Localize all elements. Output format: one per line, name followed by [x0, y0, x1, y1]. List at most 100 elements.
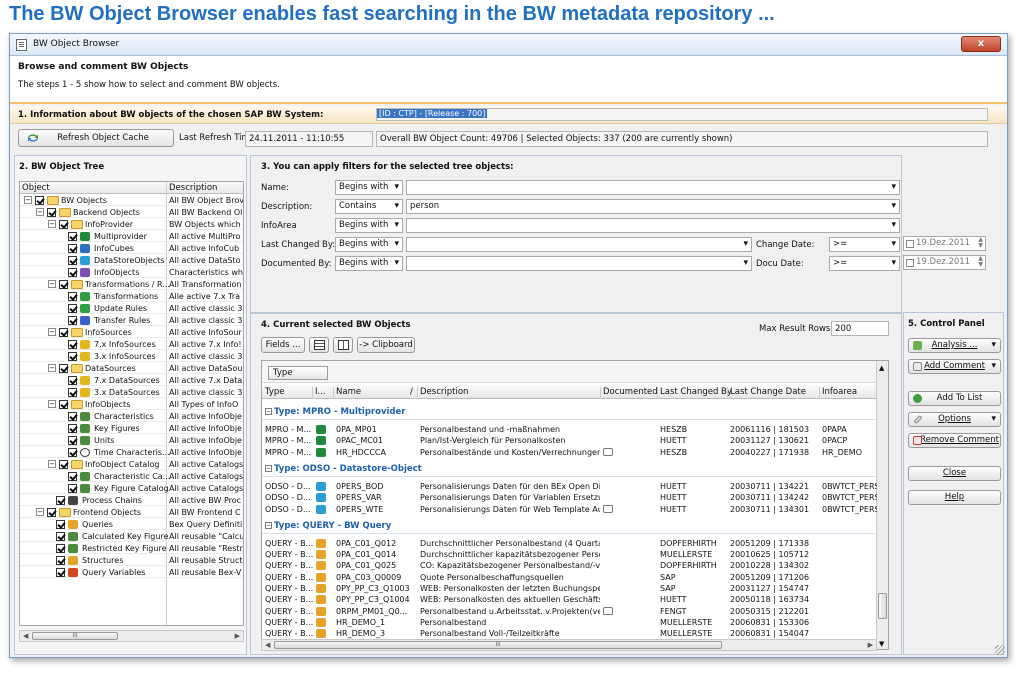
expand-collapse-icon[interactable]: −	[48, 400, 56, 408]
expand-collapse-icon[interactable]: −	[48, 220, 56, 228]
column-divider[interactable]	[312, 387, 313, 397]
column-header-3[interactable]: /	[410, 387, 413, 397]
clipboard-button[interactable]: -> Clipboard	[357, 337, 415, 353]
tree-node[interactable]: Update Rules All active classic 3	[20, 303, 243, 314]
add-to-list-button[interactable]: Add To List	[908, 391, 1001, 406]
result-group-header[interactable]: − Type: ODSO - Datastore-Object	[262, 461, 877, 477]
tree-checkbox[interactable]	[59, 460, 68, 469]
documented-operator-select[interactable]: Begins with	[335, 256, 403, 271]
table-row[interactable]: QUERY - B... 0PA_C01_Q025 CO: Kapazitätsbe…	[262, 560, 877, 571]
expand-collapse-icon[interactable]: −	[48, 460, 56, 468]
tree-checkbox[interactable]	[68, 472, 77, 481]
column-header-8[interactable]: Infoarea	[822, 387, 857, 397]
scroll-thumb[interactable]: III	[274, 641, 722, 649]
tree-checkbox[interactable]	[47, 208, 56, 217]
table-row[interactable]: QUERY - B... 0PA_C01_Q014 Durchschnittlich…	[262, 549, 877, 560]
add-comment-button[interactable]: Add Comment ▾	[908, 359, 1001, 374]
tree-node[interactable]: − Frontend Objects All BW Frontend C	[20, 507, 243, 518]
column-header-2[interactable]: Name	[336, 387, 361, 397]
table-row[interactable]: MPRO - M... 0PAC_MC01 Plan/Ist-Vergleich f…	[262, 435, 877, 446]
column-divider[interactable]	[727, 387, 728, 397]
documented-by-input[interactable]	[406, 256, 752, 271]
tree-checkbox[interactable]	[56, 556, 65, 565]
collapse-group-icon[interactable]: −	[265, 464, 272, 472]
tree-node[interactable]: Restricted Key Figure All reusable "Restr	[20, 543, 243, 554]
column-header-7[interactable]: Last Change Date	[730, 387, 806, 397]
tree-checkbox[interactable]	[68, 376, 77, 385]
table-row[interactable]: QUERY - B... 0PA_C01_Q012 Durchschnittlich…	[262, 538, 877, 549]
description-operator-select[interactable]: Contains	[335, 199, 403, 214]
remove-comment-button[interactable]: Remove Comment	[908, 433, 1001, 448]
scroll-left-icon[interactable]: ◀	[265, 641, 270, 649]
scroll-up-icon[interactable]: ▲	[879, 364, 884, 372]
tree-node[interactable]: − Backend Objects All BW Backend Ol	[20, 207, 243, 218]
tree-checkbox[interactable]	[47, 508, 56, 517]
tree-checkbox[interactable]	[68, 412, 77, 421]
group-by-type-chip[interactable]: Type	[268, 366, 328, 380]
date-spinner-icon[interactable]: ▲ ▼	[978, 237, 983, 249]
change-date-picker[interactable]: 19.Dez.2011 ▲ ▼	[903, 236, 986, 251]
docu-date-checkbox[interactable]	[906, 259, 914, 267]
change-date-checkbox[interactable]	[906, 240, 914, 248]
results-vertical-scrollbar[interactable]: ▲ ▼	[876, 361, 888, 649]
tree-checkbox[interactable]	[68, 256, 77, 265]
tree-checkbox[interactable]	[68, 436, 77, 445]
tree-checkbox[interactable]	[68, 352, 77, 361]
tree-checkbox[interactable]	[68, 388, 77, 397]
column-header-4[interactable]: Description	[420, 387, 468, 397]
table-row[interactable]: MPRO - M... HR_HDCCCA Personalbestände und…	[262, 447, 877, 458]
tree-node[interactable]: 3.x InfoSources All active classic 3	[20, 351, 243, 362]
tree-node[interactable]: − InfoProvider BW Objects which	[20, 219, 243, 230]
result-group-header[interactable]: − Type: MPRO - Multiprovider	[262, 404, 877, 420]
tree-node[interactable]: Transformations Alle active 7.x Tra	[20, 291, 243, 302]
tree-checkbox[interactable]	[59, 220, 68, 229]
description-input[interactable]: person	[406, 199, 900, 214]
fields-button[interactable]: Fields ...	[261, 337, 305, 353]
expand-collapse-icon[interactable]: −	[36, 508, 44, 516]
infoarea-operator-select[interactable]: Begins with	[335, 218, 403, 233]
tree-checkbox[interactable]	[59, 400, 68, 409]
table-row[interactable]: MPRO - M... 0PA_MP01 Personalbestand und -…	[262, 424, 877, 435]
table-row[interactable]: ODSO - D... 0PERS_VAR Personalisierungs Da…	[262, 492, 877, 503]
tree-node[interactable]: Transfer Rules All active classic 3	[20, 315, 243, 326]
tree-node[interactable]: Multiprovider All active MultiPro	[20, 231, 243, 242]
tree-checkbox[interactable]	[68, 424, 77, 433]
column-header-5[interactable]: Documented	[603, 387, 658, 397]
table-row[interactable]: QUERY - B... 0PA_C03_Q0009 Quote Personalb…	[262, 572, 877, 583]
tree-checkbox[interactable]	[68, 304, 77, 313]
expand-collapse-icon[interactable]: −	[48, 364, 56, 372]
analysis-button[interactable]: Analysis ... ▾	[908, 338, 1001, 353]
scroll-right-icon[interactable]: ▶	[235, 632, 240, 640]
infoarea-input[interactable]	[406, 218, 900, 233]
last-changed-operator-select[interactable]: Begins with	[335, 237, 403, 252]
result-group-header[interactable]: − Type: QUERY - BW Query	[262, 518, 877, 534]
scroll-thumb[interactable]	[878, 593, 887, 619]
tree-node[interactable]: InfoObjects Characteristics wh	[20, 267, 243, 278]
expand-collapse-icon[interactable]: −	[48, 280, 56, 288]
documented-comment-icon[interactable]	[603, 504, 613, 513]
docu-date-picker[interactable]: 19.Dez.2011 ▲ ▼	[903, 255, 986, 270]
collapse-group-icon[interactable]: −	[265, 408, 272, 415]
table-row[interactable]: QUERY - B... HR_DEMO_3 Personalbestand Vol…	[262, 628, 877, 639]
tree-node[interactable]: − Transformations / R... All Transformatio…	[20, 279, 243, 290]
export-html-button[interactable]	[333, 337, 353, 353]
expand-collapse-icon[interactable]: −	[36, 208, 44, 216]
tree-node[interactable]: Key Figures All active InfoObje	[20, 423, 243, 434]
close-button[interactable]: Close	[908, 466, 1001, 481]
tree-col-object[interactable]: Object	[22, 183, 50, 193]
tree-checkbox[interactable]	[59, 280, 68, 289]
tree-checkbox[interactable]	[68, 484, 77, 493]
scroll-thumb[interactable]: III	[32, 632, 118, 640]
table-row[interactable]: ODSO - D... 0PERS_WTE Personalisierungs Da…	[262, 504, 877, 515]
tree-node[interactable]: Query Variables All reusable Bex-V	[20, 567, 243, 578]
change-date-operator-select[interactable]: >=	[829, 237, 900, 252]
tree-checkbox[interactable]	[59, 328, 68, 337]
tree-node[interactable]: Structures All reusable Struct	[20, 555, 243, 566]
column-divider[interactable]	[819, 387, 820, 397]
tree-checkbox[interactable]	[56, 532, 65, 541]
tree-node[interactable]: − InfoObject Catalog All active Catalogs	[20, 459, 243, 470]
tree-node[interactable]: Time Characteris... All active InfoObje	[20, 447, 243, 458]
tree-checkbox[interactable]	[56, 520, 65, 529]
scroll-down-icon[interactable]: ▼	[879, 640, 884, 648]
last-changed-by-input[interactable]	[406, 237, 752, 252]
